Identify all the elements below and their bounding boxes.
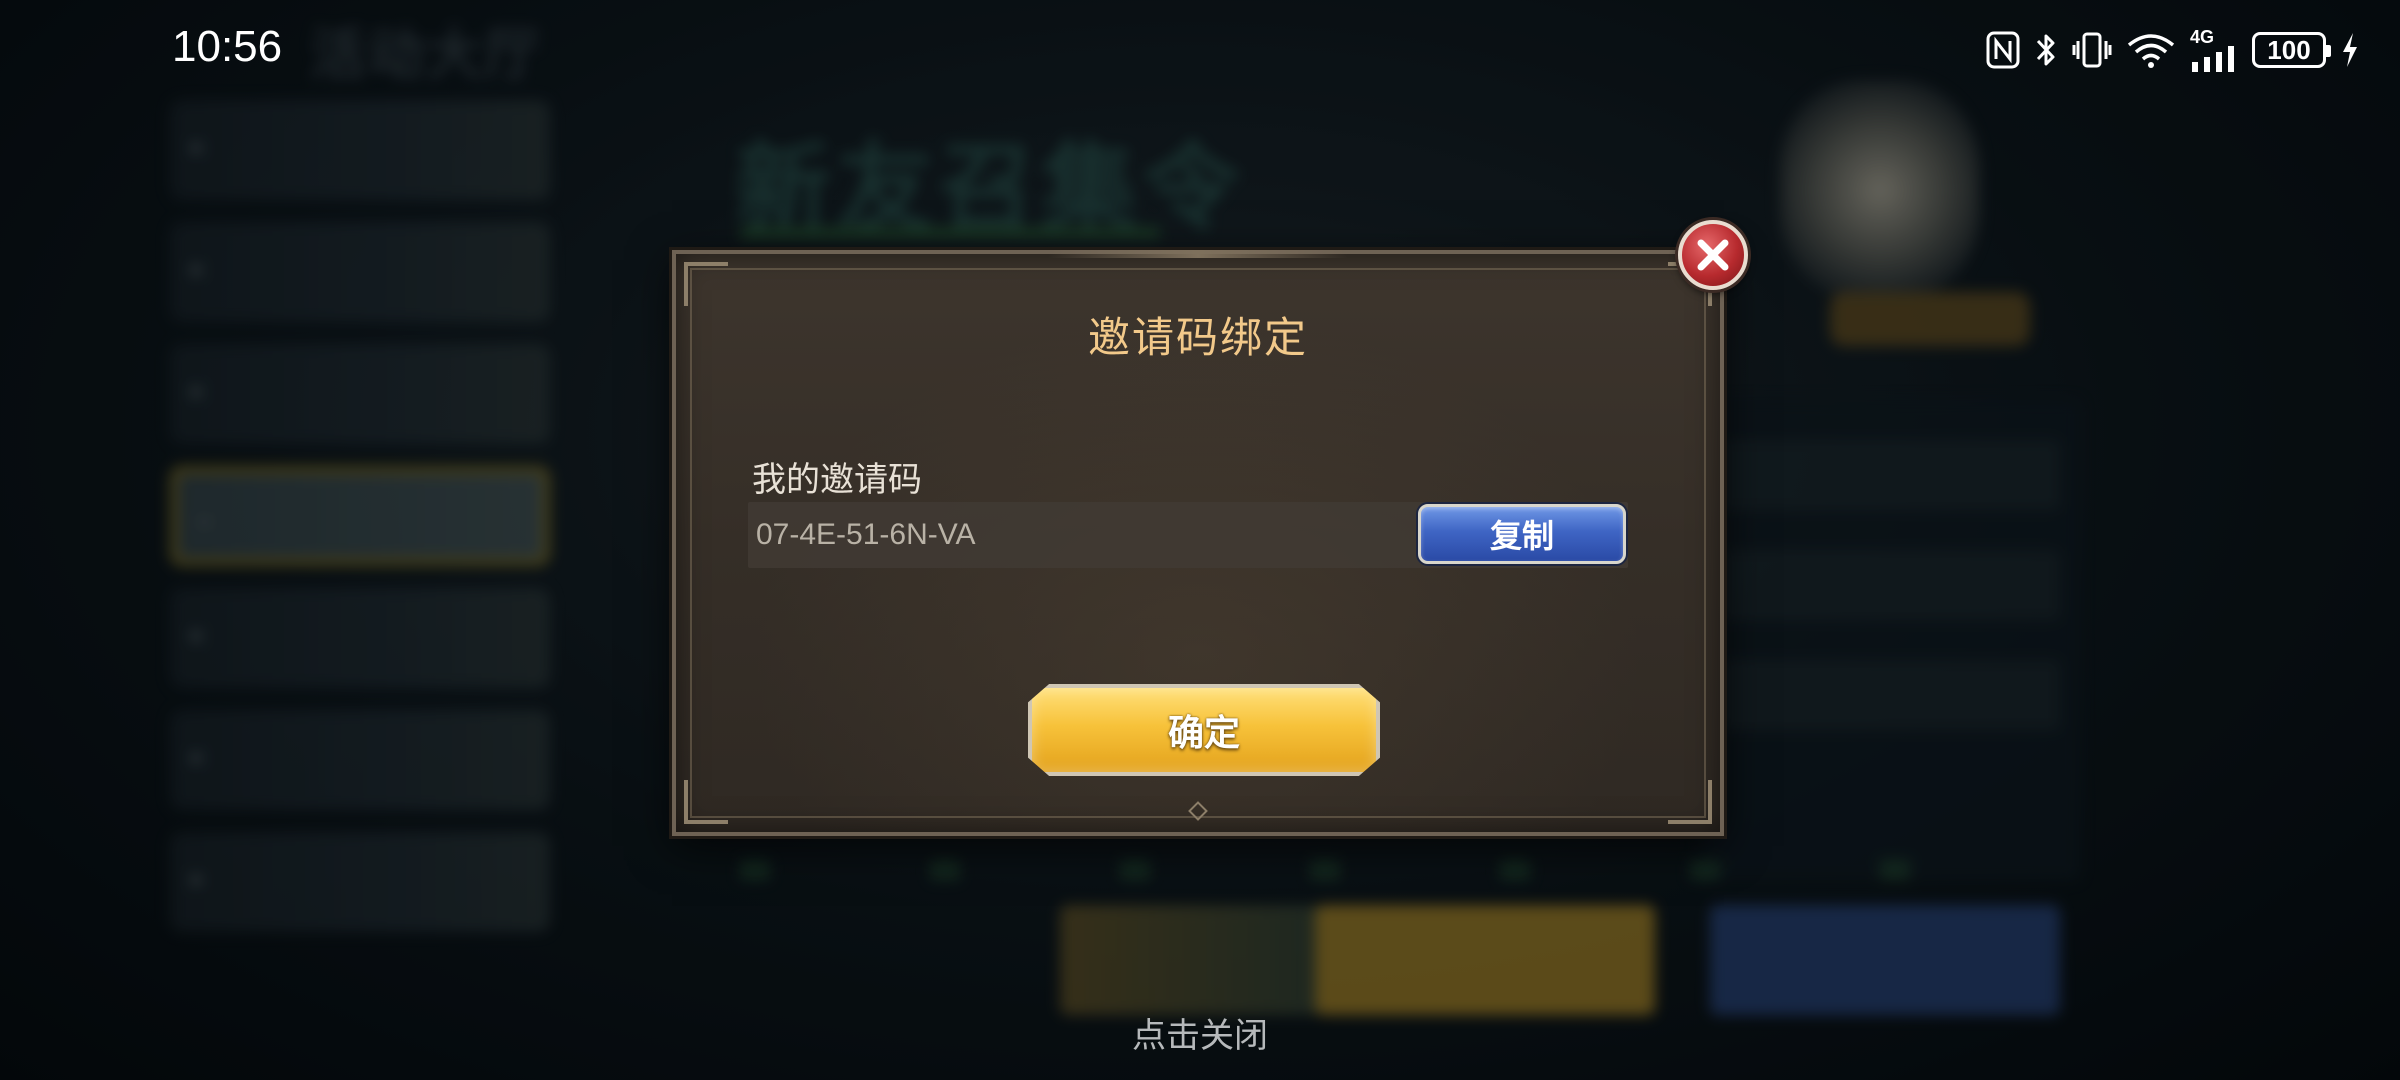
tap-to-close-hint[interactable]: 点击关闭 (0, 1008, 2400, 1057)
close-button[interactable] (1678, 220, 1748, 290)
confirm-button[interactable]: 确定 (1028, 684, 1380, 776)
nfc-icon (1986, 31, 2020, 69)
battery-icon: 100 (2252, 32, 2331, 68)
copy-button[interactable]: 复制 (1418, 504, 1626, 564)
my-invite-code-label: 我的邀请码 (752, 460, 922, 500)
dialog-title: 邀请码绑定 (1087, 313, 1308, 362)
frame-top-ornament (1048, 250, 1348, 258)
invite-code-value: 07-4E-51-6N-VA (756, 518, 976, 551)
close-icon (1697, 239, 1729, 271)
vibrate-icon (2072, 31, 2112, 69)
signal-icon: 4G (2190, 28, 2238, 72)
wifi-icon (2126, 31, 2176, 69)
charging-icon (2340, 31, 2360, 69)
frame-corner-ornament (684, 780, 728, 824)
game-screen: 活动大厅 新友召集令 10:56 4G 100 邀请码绑定 我的邀请码 07-4… (0, 0, 2400, 1080)
bluetooth-icon (2034, 31, 2058, 69)
frame-corner-ornament (1668, 780, 1712, 824)
frame-corner-ornament (684, 262, 728, 306)
battery-level: 100 (2267, 34, 2311, 65)
invite-code-dialog: 邀请码绑定 我的邀请码 07-4E-51-6N-VA 复制 确定 (672, 250, 1724, 836)
network-type-label: 4G (2190, 27, 2215, 47)
frame-bottom-ornament (1188, 801, 1208, 821)
status-time: 10:56 (172, 22, 283, 71)
status-icons: 4G 100 (1986, 28, 2360, 72)
